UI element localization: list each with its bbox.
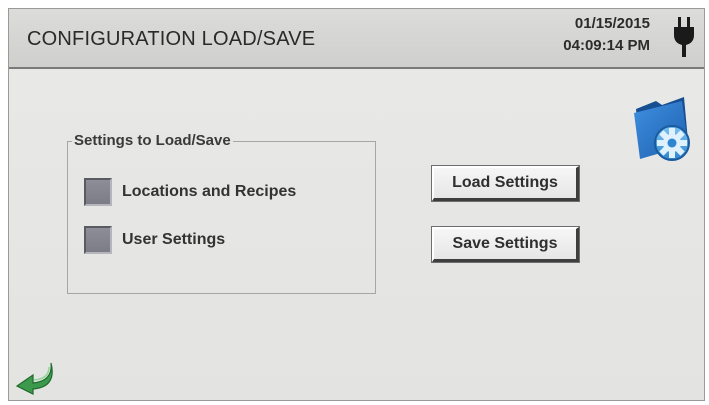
date-readout: 01/15/2015 (574, 15, 650, 32)
locations-and-recipes-checkbox[interactable] (84, 178, 112, 206)
user-settings-label: User Settings (122, 231, 226, 248)
time-readout: 04:09:14 PM (563, 37, 650, 54)
folder-gear-icon (634, 97, 690, 161)
settings-group-legend: Settings to Load/Save (72, 132, 233, 149)
user-settings-checkbox[interactable] (84, 226, 112, 254)
save-settings-button[interactable]: Save Settings (432, 227, 579, 262)
option-user-settings[interactable]: User Settings (84, 226, 225, 254)
device-screen: CONFIGURATION LOAD/SAVE 01/15/2015 04:09… (8, 8, 705, 401)
plug-icon (674, 17, 694, 57)
page-title: CONFIGURATION LOAD/SAVE (27, 28, 316, 50)
locations-and-recipes-label: Locations and Recipes (122, 183, 297, 200)
back-arrow-icon[interactable] (15, 359, 57, 395)
load-settings-button[interactable]: Load Settings (432, 166, 579, 201)
settings-group: Settings to Load/Save Locations and Reci… (67, 132, 376, 294)
option-locations-and-recipes[interactable]: Locations and Recipes (84, 178, 296, 206)
clock: 01/15/2015 04:09:14 PM (563, 13, 650, 57)
title-bar: CONFIGURATION LOAD/SAVE 01/15/2015 04:09… (9, 9, 704, 69)
